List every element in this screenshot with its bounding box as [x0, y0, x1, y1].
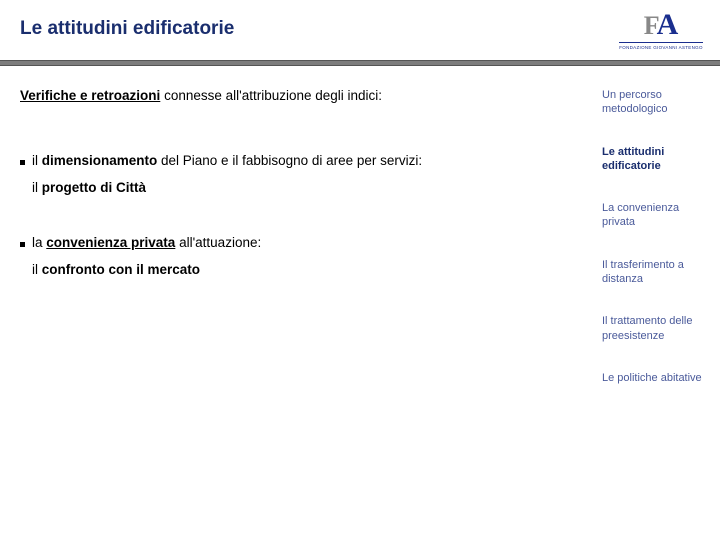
sidebar-item-convenienza[interactable]: La convenienza privata — [602, 201, 702, 230]
bullet-2: la convenienza privata all'attuazione: — [20, 235, 594, 250]
bullet-icon — [20, 160, 25, 165]
logo-subtext: FONDAZIONE GIOVANNI ASTENGO — [619, 42, 703, 50]
sub-2: il confronto con il mercato — [32, 262, 594, 277]
logo-letter-a: A — [657, 10, 679, 40]
logo: F A FONDAZIONE GIOVANNI ASTENGO — [622, 10, 700, 54]
sidebar: Un percorso metodologico Le attitudini e… — [602, 66, 720, 536]
sidebar-item-percorso[interactable]: Un percorso metodologico — [602, 88, 702, 117]
page-title: Le attitudini edificatorie — [20, 18, 622, 40]
body: Verifiche e retroazioni connesse all'att… — [0, 66, 720, 536]
lead-text: Verifiche e retroazioni connesse all'att… — [20, 88, 594, 103]
sidebar-item-trasferimento[interactable]: Il trasferimento a distanza — [602, 258, 702, 287]
logo-mark: F A — [644, 10, 679, 40]
sidebar-item-trattamento[interactable]: Il trattamento delle preesistenze — [602, 314, 702, 343]
sub-1: il progetto di Città — [32, 180, 594, 195]
bullet-icon — [20, 242, 25, 247]
main-content: Verifiche e retroazioni connesse all'att… — [0, 66, 602, 536]
bullet-1-text: il dimensionamento del Piano e il fabbis… — [32, 153, 594, 168]
lead-bold: Verifiche e retroazioni — [20, 88, 160, 103]
lead-rest: connesse all'attribuzione degli indici: — [160, 88, 382, 103]
sidebar-item-attitudini[interactable]: Le attitudini edificatorie — [602, 145, 702, 174]
bullet-2-text: la convenienza privata all'attuazione: — [32, 235, 594, 250]
header: Le attitudini edificatorie F A FONDAZION… — [0, 0, 720, 54]
sidebar-item-politiche[interactable]: Le politiche abitative — [602, 371, 702, 385]
bullet-1: il dimensionamento del Piano e il fabbis… — [20, 153, 594, 168]
